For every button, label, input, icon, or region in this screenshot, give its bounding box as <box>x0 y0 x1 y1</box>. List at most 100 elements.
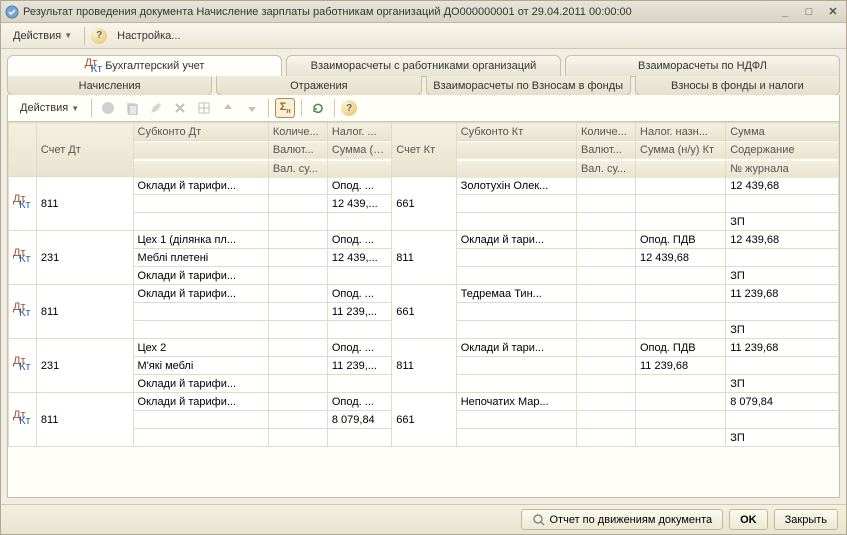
col-journal[interactable]: № журнала <box>726 160 839 178</box>
minimize-button[interactable]: _ <box>776 4 794 20</box>
col-content[interactable]: Содержание <box>726 141 839 159</box>
tab-contributions[interactable]: Взносы в фонды и налоги <box>635 76 840 96</box>
cell-sub-dt <box>133 429 268 447</box>
cell-acc-dt: 811 <box>36 177 133 231</box>
col-sub-dt-2[interactable] <box>133 141 268 159</box>
close-button[interactable]: ✕ <box>824 4 842 20</box>
col-sub-kt[interactable]: Субконто Кт <box>456 123 576 141</box>
cell <box>576 411 635 429</box>
sum-icon[interactable]: Σн <box>275 98 295 118</box>
chevron-down-icon: ▼ <box>64 31 72 40</box>
cell-sum: 11 239,68 <box>726 285 839 303</box>
cell <box>636 213 726 231</box>
col-blank[interactable] <box>327 160 391 178</box>
cell <box>576 285 635 303</box>
col-val-kt[interactable]: Вал. су... <box>576 160 635 178</box>
grid-actions-menu[interactable]: Действия ▼ <box>14 100 85 116</box>
cell-sum: 11 239,68 <box>726 339 839 357</box>
col-blank[interactable] <box>636 160 726 178</box>
cell-acc-kt: 661 <box>392 393 456 447</box>
cell <box>636 375 726 393</box>
cell <box>576 429 635 447</box>
col-sum[interactable]: Сумма <box>726 123 839 141</box>
table-row[interactable]: Дт Кт 231 Цех 2 Опод. ... 811 Оклади й т… <box>9 339 839 357</box>
col-sub-dt-3[interactable] <box>133 160 268 178</box>
col-acc-dt[interactable]: Счет Дт <box>36 123 133 177</box>
chevron-down-icon: ▼ <box>71 104 79 113</box>
ok-button[interactable]: OK <box>729 509 768 530</box>
report-button[interactable]: Отчет по движениям документа <box>521 509 724 530</box>
move-up-icon[interactable] <box>218 98 238 118</box>
cell <box>576 375 635 393</box>
entries-grid: Счет Дт Субконто Дт Количе... Налог. ...… <box>8 122 839 447</box>
grid-scroll[interactable]: Счет Дт Субконто Дт Количе... Налог. ...… <box>8 121 839 497</box>
col-cur-kt[interactable]: Валют... <box>576 141 635 159</box>
cell <box>268 177 327 195</box>
move-down-icon[interactable] <box>242 98 262 118</box>
edit-icon[interactable] <box>146 98 166 118</box>
table-row[interactable]: Дт Кт 811 Оклади й тарифи... Опод. ... 6… <box>9 285 839 303</box>
col-sub-dt[interactable]: Субконто Дт <box>133 123 268 141</box>
grid-toolbar: Действия ▼ Σн ? <box>8 95 839 121</box>
cell-sum <box>726 411 839 429</box>
titlebar: Результат проведения документа Начислени… <box>1 1 846 23</box>
col-sub-kt-2[interactable] <box>456 141 576 159</box>
cell-sub-kt: Золотухін Олек... <box>456 177 576 195</box>
cell-sub-dt: Меблі плетені <box>133 249 268 267</box>
cell-sub-dt <box>133 411 268 429</box>
settings-menu[interactable]: Настройка... <box>111 28 186 44</box>
actions-label: Действия <box>20 102 68 114</box>
cell-tax-kt <box>636 195 726 213</box>
grid-icon[interactable] <box>194 98 214 118</box>
col-qty-kt[interactable]: Количе... <box>576 123 635 141</box>
col-qty-dt[interactable]: Количе... <box>268 123 327 141</box>
add-icon[interactable] <box>98 98 118 118</box>
cell-sub-dt: М'які меблі <box>133 357 268 375</box>
table-row[interactable]: Дт Кт 231 Цех 1 (ділянка пл... Опод. ...… <box>9 231 839 249</box>
cell <box>268 231 327 249</box>
cell-sum: 12 439,68 <box>726 177 839 195</box>
table-row[interactable]: Дт Кт 811 Оклади й тарифи... Опод. ... 6… <box>9 177 839 195</box>
col-marker[interactable] <box>9 123 37 177</box>
tab-reflections[interactable]: Отражения <box>216 76 421 96</box>
delete-icon[interactable] <box>170 98 190 118</box>
cell <box>576 177 635 195</box>
refresh-icon[interactable] <box>308 98 328 118</box>
cell-sum: 8 079,84 <box>726 393 839 411</box>
cell <box>576 195 635 213</box>
maximize-button[interactable]: □ <box>800 4 818 20</box>
tab-settlements-workers[interactable]: Взаиморасчеты с работниками организаций <box>286 55 561 77</box>
col-acc-kt[interactable]: Счет Кт <box>392 123 456 177</box>
menubar: Действия ▼ ? Настройка... <box>1 23 846 49</box>
tab-settlements-funds[interactable]: Взаиморасчеты по Взносам в фонды <box>426 76 631 96</box>
content-area: Дт Кт Бухгалтерский учет Взаиморасчеты с… <box>1 49 846 504</box>
table-row[interactable]: Дт Кт 811 Оклади й тарифи... Опод. ... 6… <box>9 393 839 411</box>
cell-journal: ЗП <box>726 429 839 447</box>
close-footer-button[interactable]: Закрыть <box>774 509 838 530</box>
col-sum-nu-dt[interactable]: Сумма (н/у) Дт <box>327 141 391 159</box>
help-icon[interactable]: ? <box>91 28 107 44</box>
col-cur-dt[interactable]: Валют... <box>268 141 327 159</box>
col-val-dt[interactable]: Вал. су... <box>268 160 327 178</box>
help-icon[interactable]: ? <box>341 100 357 116</box>
copy-icon[interactable] <box>122 98 142 118</box>
tab-accounting[interactable]: Дт Кт Бухгалтерский учет <box>7 55 282 77</box>
col-tax-dt[interactable]: Налог. ... <box>327 123 391 141</box>
cell <box>268 429 327 447</box>
col-sub-kt-3[interactable] <box>456 160 576 178</box>
col-sum-nu-kt[interactable]: Сумма (н/у) Кт <box>636 141 726 159</box>
cell-tax-dt: Опод. ... <box>327 177 391 195</box>
cell-sub-kt: Оклади й тари... <box>456 231 576 249</box>
cell <box>268 339 327 357</box>
cell-sub-dt: Оклади й тарифи... <box>133 375 268 393</box>
cell-journal: ЗП <box>726 321 839 339</box>
col-tax-kt[interactable]: Налог. назн... <box>636 123 726 141</box>
separator <box>84 27 85 45</box>
tab-accruals[interactable]: Начисления <box>7 76 212 96</box>
tabs-row-1: Дт Кт Бухгалтерский учет Взаиморасчеты с… <box>7 55 840 77</box>
separator <box>301 99 302 117</box>
tab-settlements-ndfl[interactable]: Взаиморасчеты по НДФЛ <box>565 55 840 77</box>
actions-menu[interactable]: Действия ▼ <box>7 28 78 44</box>
cell <box>576 231 635 249</box>
cell-tax-kt <box>636 177 726 195</box>
